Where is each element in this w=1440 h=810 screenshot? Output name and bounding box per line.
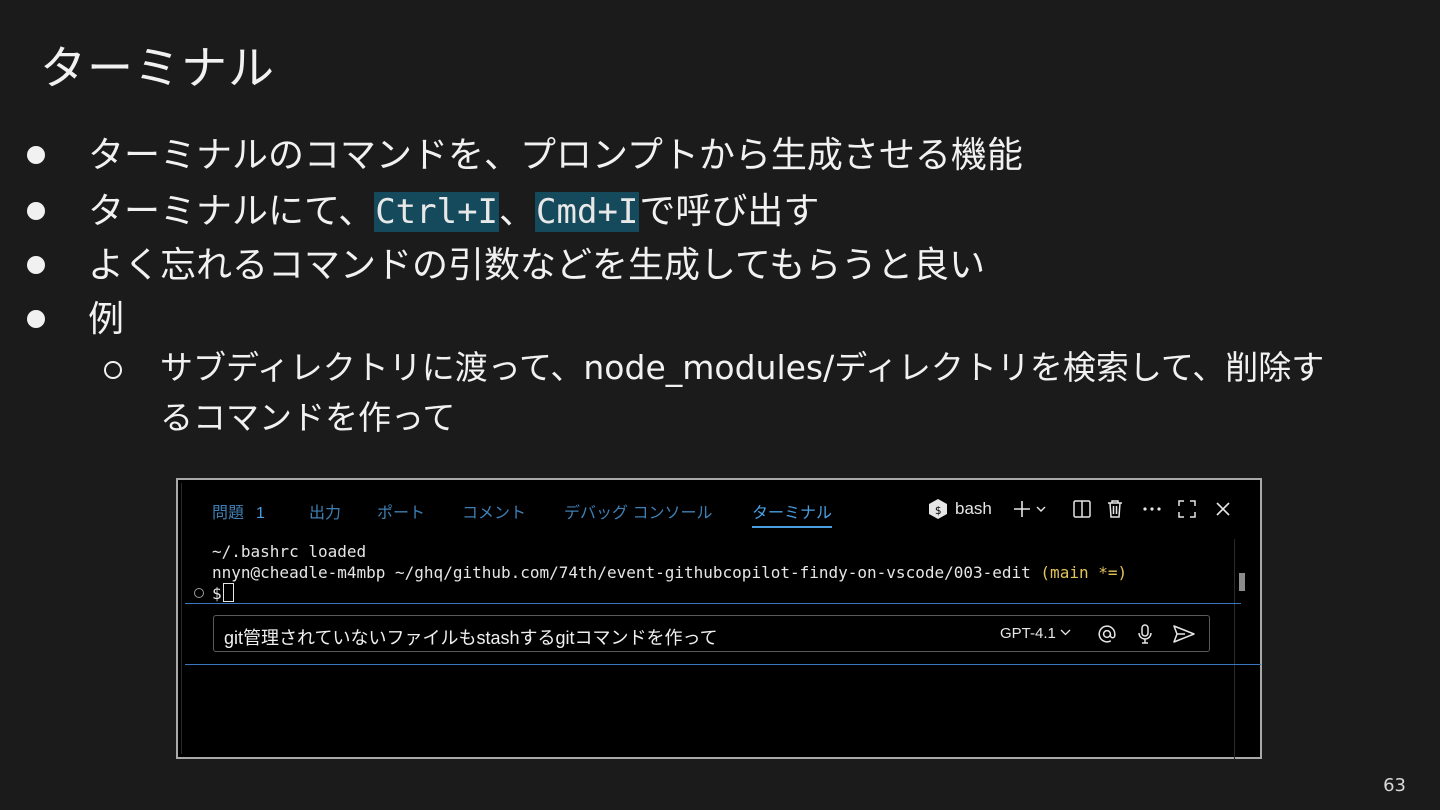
bullet-1: ターミナルのコマンドを、プロンプトから生成させる機能 [88, 135, 1023, 176]
split-terminal-button[interactable] [1072, 499, 1092, 519]
microphone-icon [1137, 623, 1153, 645]
split-icon [1072, 499, 1092, 519]
inline-chat-bottom-border [185, 664, 1261, 665]
bullet-2-mid: 、 [499, 191, 536, 232]
sub-bullet-line1: サブディレクトリに渡って、node_modules/ディレクトリを検索して、削除… [160, 348, 1325, 387]
kill-terminal-button[interactable] [1106, 499, 1124, 519]
maximize-icon [1177, 499, 1197, 519]
terminal-scrollbar[interactable] [1239, 573, 1245, 591]
shortcut-cmd-i: Cmd+I [535, 192, 640, 232]
bullet-2-after: で呼び出す [639, 191, 820, 232]
tab-output[interactable]: 出力 [309, 499, 341, 523]
send-button[interactable] [1172, 624, 1196, 644]
chevron-down-icon[interactable] [1035, 503, 1047, 515]
svg-text:$: $ [935, 504, 942, 517]
shell-selector[interactable]: $ bash [928, 498, 992, 520]
more-icon [1141, 499, 1163, 519]
terminal-line-3: $ [212, 583, 1127, 604]
bullet-2-before: ターミナルにて、 [88, 191, 375, 232]
bullet-dot [27, 202, 45, 220]
terminal-scrollbar-track [1234, 539, 1235, 759]
bullet-dot [27, 310, 45, 328]
new-terminal-button[interactable] [1012, 499, 1047, 519]
sub-bullet-line2: るコマンドを作って [160, 398, 456, 437]
page-number: 63 [1383, 775, 1406, 796]
terminal-prompt-symbol: $ [212, 584, 222, 603]
tab-problems[interactable]: 問題 1 [212, 499, 265, 523]
bullet-dot [27, 256, 45, 274]
tab-ports[interactable]: ポート [377, 499, 425, 523]
terminal-screenshot: 問題 1 出力 ポート コメント デバッグ コンソール ターミナル $ bash [176, 478, 1262, 759]
voice-input-button[interactable] [1137, 623, 1153, 645]
more-actions-button[interactable] [1141, 499, 1163, 519]
bullet-4: 例 [88, 299, 125, 340]
inline-chat-top-border [185, 603, 1241, 604]
terminal-line-2: nnyn@cheadle-m4mbp ~/ghq/github.com/74th… [212, 562, 1127, 583]
terminal-cursor [222, 583, 234, 602]
tab-problems-label: 問題 [212, 505, 245, 522]
terminal-shell-icon: $ [928, 498, 948, 520]
problems-count-badge: 1 [256, 505, 265, 522]
tab-comments[interactable]: コメント [462, 499, 526, 523]
send-icon [1172, 624, 1196, 644]
shell-label: bash [955, 499, 992, 518]
bullet-2: ターミナルにて、Ctrl+I、Cmd+Iで呼び出す [88, 182, 819, 234]
slide-title: ターミナル [40, 41, 275, 95]
close-panel-button[interactable] [1214, 499, 1232, 519]
inline-chat-input[interactable]: git管理されていないファイルもstashするgitコマンドを作って [224, 624, 718, 650]
plus-icon [1012, 499, 1032, 519]
maximize-panel-button[interactable] [1177, 499, 1197, 519]
mention-button[interactable] [1097, 624, 1117, 644]
tab-debug-console[interactable]: デバッグ コンソール [564, 499, 712, 523]
sub-bullet-circle [104, 361, 122, 379]
trash-icon [1106, 499, 1124, 519]
terminal-line-1: ~/.bashrc loaded [212, 542, 367, 561]
tab-terminal[interactable]: ターミナル [752, 499, 833, 528]
command-decoration-icon [194, 588, 204, 598]
close-icon [1214, 499, 1232, 519]
model-name: GPT-4.1 [1000, 625, 1056, 642]
model-picker[interactable]: GPT-4.1 [1000, 625, 1071, 642]
bullet-3: よく忘れるコマンドの引数などを生成してもらうと良い [88, 245, 986, 286]
inline-chat-input-box[interactable]: git管理されていないファイルもstashするgitコマンドを作って GPT-4… [213, 615, 1210, 652]
git-branch-status: (main *=) [1040, 563, 1128, 582]
terminal-output[interactable]: ~/.bashrc loaded nnyn@cheadle-m4mbp ~/ghq… [212, 541, 1127, 604]
bullet-dot [27, 146, 45, 164]
chevron-down-icon [1060, 627, 1071, 637]
at-sign-icon [1097, 624, 1117, 644]
terminal-prompt-path: nnyn@cheadle-m4mbp ~/ghq/github.com/74th… [212, 563, 1041, 582]
shortcut-ctrl-i: Ctrl+I [374, 192, 500, 232]
terminal-panel: 問題 1 出力 ポート コメント デバッグ コンソール ターミナル $ bash [181, 483, 1261, 759]
